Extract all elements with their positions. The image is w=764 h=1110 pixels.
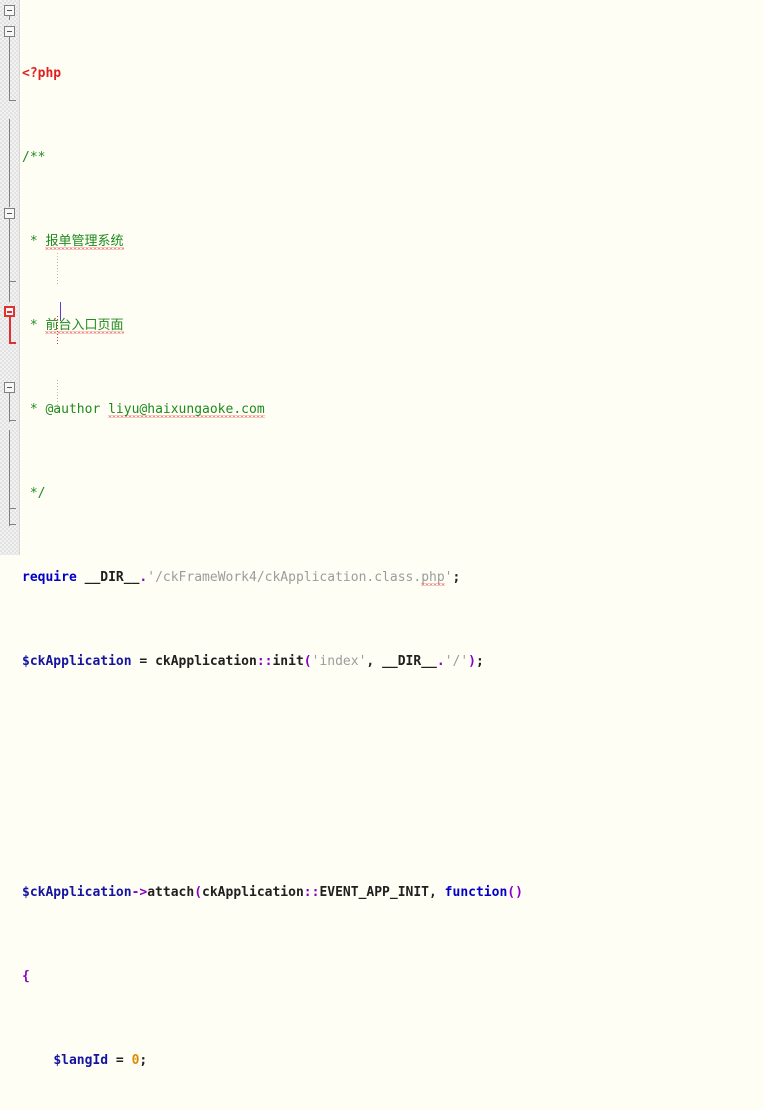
fold-end-current xyxy=(9,342,16,344)
token-const-dir: __DIR__ xyxy=(84,570,140,585)
code-line-4[interactable]: * 前台入口页面 xyxy=(20,315,764,336)
code-line-3[interactable]: * 报单管理系统 xyxy=(20,231,764,252)
text-caret xyxy=(60,302,61,321)
token-author-tag: @author xyxy=(45,402,101,417)
code-line-13[interactable]: $langId = 0; xyxy=(20,1050,764,1071)
code-line-8[interactable]: $ckApplication = ckApplication::init('in… xyxy=(20,651,764,672)
token-comment-star: * xyxy=(22,318,46,333)
code-line-2[interactable]: /** xyxy=(20,147,764,168)
token-var-ckapplication: $ckApplication xyxy=(22,885,132,900)
token-author-email: liyu@haixungaoke.com xyxy=(108,402,265,417)
folding-gutter[interactable] xyxy=(0,0,20,555)
code-line-6[interactable]: */ xyxy=(20,483,764,504)
token-comment-cjk-2: 前台入口页面 xyxy=(45,318,124,333)
fold-spine-current xyxy=(9,316,11,344)
fold-spine-closure xyxy=(9,218,10,302)
token-comment-cjk-1: 报单管理系统 xyxy=(45,234,124,249)
token-php-open: <?php xyxy=(22,66,62,81)
token-concat: . xyxy=(139,570,148,585)
code-line-1[interactable]: <?php xyxy=(20,63,764,84)
token-str-php-ext: php xyxy=(421,570,445,585)
token-kw-require: require xyxy=(22,570,77,585)
token-const-dir: __DIR__ xyxy=(382,654,437,669)
fold-end-docblock xyxy=(9,100,16,101)
token-str-index: 'index' xyxy=(311,654,367,669)
token-var-langid: $langId xyxy=(53,1053,109,1068)
token-str-slash: '/' xyxy=(444,654,469,669)
code-line-7[interactable]: require __DIR__.'/ckFrameWork4/ckApplica… xyxy=(20,567,764,588)
code-line-10[interactable] xyxy=(20,798,764,819)
token-cls-ckapplication: ckApplication xyxy=(202,885,304,900)
token-kw-function: function xyxy=(444,885,508,900)
token-num-zero: 0 xyxy=(131,1053,140,1068)
fold-end-inner xyxy=(9,420,16,421)
fold-end-ifblock xyxy=(9,281,16,282)
fold-spine-closure-tail xyxy=(9,430,10,510)
token-brace-open-closure: { xyxy=(22,969,30,984)
fold-end-closure xyxy=(9,508,16,509)
fold-toggle-if-block[interactable] xyxy=(4,306,15,317)
fold-toggle-closure[interactable] xyxy=(4,208,15,219)
fold-toggle-docblock[interactable] xyxy=(4,26,15,37)
fold-toggle-php-open[interactable] xyxy=(4,5,15,16)
token-m-attach: attach xyxy=(147,885,195,900)
code-line-11[interactable]: $ckApplication->attach(ckApplication::EV… xyxy=(20,882,764,903)
code-line-5[interactable]: * @author liyu@haixungaoke.com xyxy=(20,399,764,420)
token-const-event: EVENT_APP_INIT xyxy=(319,885,430,900)
token-comment-close: */ xyxy=(22,486,46,501)
fold-spine-docblock xyxy=(9,35,10,101)
code-line-12[interactable]: { xyxy=(20,966,764,987)
fold-end-php xyxy=(9,524,16,525)
code-editor[interactable]: <?php /** * 报单管理系统 * 前台入口页面 * @author li… xyxy=(0,0,764,1068)
fold-spine-inner xyxy=(9,392,10,422)
fold-spine-php-body xyxy=(9,119,10,207)
token-str-framework-path: '/ckFrameWork4/ckApplication.class. xyxy=(147,570,422,585)
token-m-init: init xyxy=(272,654,304,669)
token-comment-open: /** xyxy=(22,150,46,165)
code-content[interactable]: <?php /** * 报单管理系统 * 前台入口页面 * @author li… xyxy=(20,0,764,1068)
token-arrow: -> xyxy=(131,885,148,900)
token-comment-star: * xyxy=(22,402,46,417)
token-cls-ckapplication: ckApplication xyxy=(155,654,257,669)
token-var-ckapplication: $ckApplication xyxy=(22,654,132,669)
token-comment-star: * xyxy=(22,234,46,249)
code-line-9[interactable] xyxy=(20,735,764,756)
fold-toggle-else-block[interactable] xyxy=(4,382,15,393)
